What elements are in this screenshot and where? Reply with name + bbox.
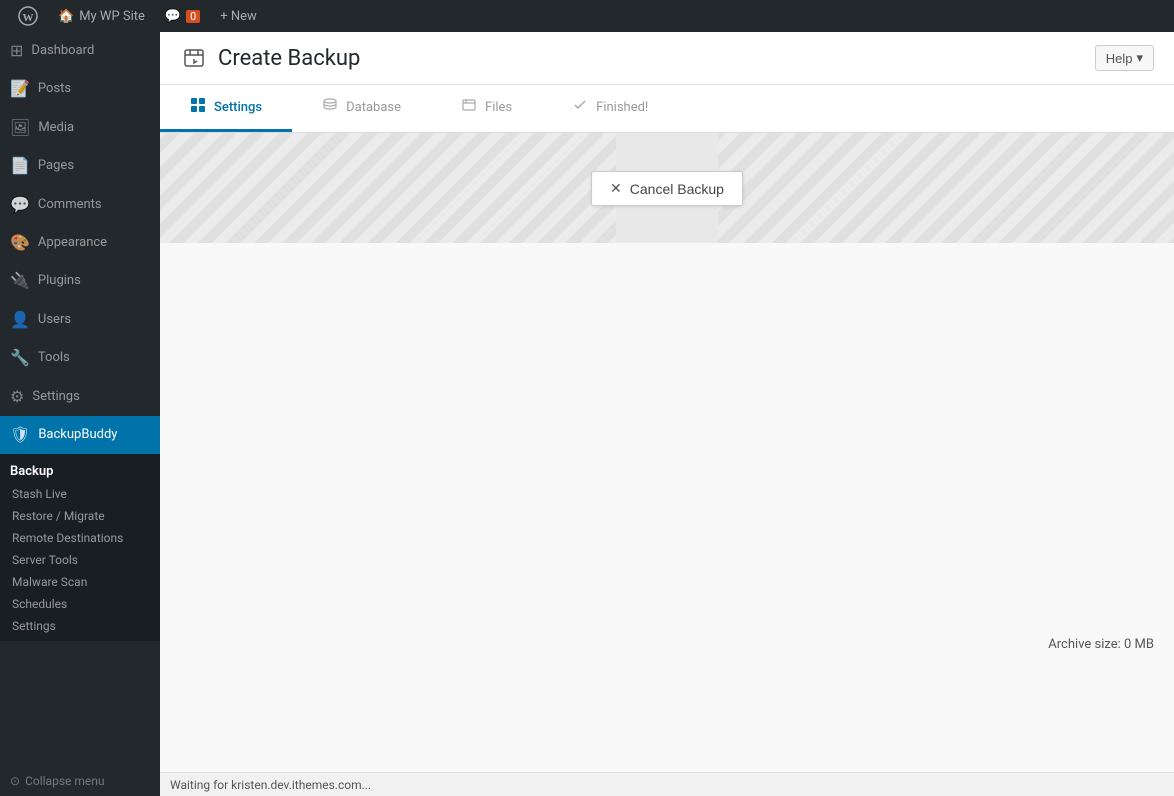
- sidebar-item-dashboard-label: Dashboard: [31, 42, 94, 60]
- sidebar-item-users-label: Users: [38, 311, 71, 329]
- tab-files[interactable]: Files: [431, 85, 542, 132]
- plugins-icon: 🔌: [10, 270, 30, 292]
- backupbuddy-icon: 🛡: [10, 424, 30, 446]
- main-layout: ⊞ Dashboard 📝 Posts 🖼 Media 📄 Pages 💬 Co…: [0, 32, 1174, 796]
- sidebar-item-posts-label: Posts: [38, 80, 71, 98]
- tab-settings-label: Settings: [214, 100, 262, 115]
- archive-size-label: Archive size:: [1048, 637, 1120, 652]
- sidebar: ⊞ Dashboard 📝 Posts 🖼 Media 📄 Pages 💬 Co…: [0, 32, 160, 796]
- page-title-row: Create Backup: [180, 44, 360, 72]
- sidebar-item-backupbuddy[interactable]: 🛡 BackupBuddy: [0, 416, 160, 454]
- wp-logo-icon: W: [18, 6, 38, 26]
- site-name-label: My WP Site: [79, 9, 145, 24]
- sidebar-item-pages[interactable]: 📄 Pages: [0, 147, 160, 185]
- wp-logo-item[interactable]: W: [8, 0, 48, 32]
- backupbuddy-submenu-header: Backup: [0, 458, 160, 483]
- svg-text:W: W: [23, 12, 34, 24]
- files-tab-icon: [461, 97, 477, 117]
- sidebar-item-plugins-label: Plugins: [38, 272, 81, 290]
- new-label: + New: [220, 9, 257, 24]
- collapse-menu-label: Collapse menu: [25, 774, 104, 788]
- users-icon: 👤: [10, 309, 30, 331]
- tools-icon: 🔧: [10, 347, 30, 369]
- help-label: Help: [1106, 51, 1133, 66]
- appearance-icon: 🎨: [10, 232, 30, 254]
- posts-icon: 📝: [10, 78, 30, 100]
- sidebar-item-settings-label: Settings: [32, 388, 79, 406]
- cancel-backup-button[interactable]: ✕ Cancel Backup: [591, 171, 743, 206]
- submenu-schedules[interactable]: Schedules: [0, 593, 160, 615]
- cancel-backup-label: Cancel Backup: [630, 181, 724, 197]
- tab-files-label: Files: [485, 100, 512, 115]
- sidebar-item-posts[interactable]: 📝 Posts: [0, 70, 160, 108]
- settings-tab-icon: [190, 97, 206, 117]
- media-icon: 🖼: [10, 117, 30, 139]
- collapse-menu-item[interactable]: ⊙ Collapse menu: [0, 766, 160, 796]
- cancel-x-icon: ✕: [610, 180, 622, 197]
- status-text: Waiting for kristen.dev.ithemes.com...: [170, 778, 371, 792]
- sidebar-item-backupbuddy-label: BackupBuddy: [38, 426, 117, 444]
- tab-database[interactable]: Database: [292, 85, 431, 132]
- pages-icon: 📄: [10, 155, 30, 177]
- comments-item[interactable]: 💬 0: [155, 0, 210, 32]
- tab-settings[interactable]: Settings: [160, 85, 292, 132]
- backupbuddy-submenu: Backup Stash Live Restore / Migrate Remo…: [0, 454, 160, 641]
- content-area: Create Backup Help ▾ Settings: [160, 32, 1174, 796]
- submenu-server-tools[interactable]: Server Tools: [0, 549, 160, 571]
- tabs-bar: Settings Database: [160, 85, 1174, 133]
- settings-sidebar-icon: ⚙: [10, 386, 24, 408]
- site-name-item[interactable]: 🏠 My WP Site: [48, 0, 155, 32]
- sidebar-item-media[interactable]: 🖼 Media: [0, 109, 160, 147]
- page-header: Create Backup Help ▾: [160, 32, 1174, 85]
- new-item[interactable]: + New: [210, 0, 267, 32]
- sidebar-item-plugins[interactable]: 🔌 Plugins: [0, 262, 160, 300]
- comments-sidebar-icon: 💬: [10, 194, 30, 216]
- content-panel: ✕ Cancel Backup Archive size: 0 MB: [160, 133, 1174, 772]
- sidebar-item-appearance-label: Appearance: [38, 234, 107, 252]
- tab-finished[interactable]: Finished!: [542, 85, 678, 132]
- comment-count: 0: [186, 10, 200, 23]
- admin-bar: W 🏠 My WP Site 💬 0 + New: [0, 0, 1174, 32]
- finished-tab-icon: [572, 97, 588, 117]
- submenu-settings[interactable]: Settings: [0, 615, 160, 637]
- home-icon: 🏠: [58, 9, 74, 24]
- submenu-stash-live[interactable]: Stash Live: [0, 483, 160, 505]
- sidebar-item-appearance[interactable]: 🎨 Appearance: [0, 224, 160, 262]
- sidebar-item-tools[interactable]: 🔧 Tools: [0, 339, 160, 377]
- database-tab-icon: [322, 97, 338, 117]
- sidebar-item-comments[interactable]: 💬 Comments: [0, 186, 160, 224]
- stripe-right: [718, 133, 1174, 243]
- create-backup-icon: [180, 44, 208, 72]
- sidebar-item-users[interactable]: 👤 Users: [0, 301, 160, 339]
- submenu-remote-destinations[interactable]: Remote Destinations: [0, 527, 160, 549]
- page-title: Create Backup: [218, 46, 360, 71]
- sidebar-item-comments-label: Comments: [38, 196, 102, 214]
- tab-finished-label: Finished!: [596, 100, 648, 115]
- sidebar-item-settings[interactable]: ⚙ Settings: [0, 378, 160, 416]
- status-bar: Waiting for kristen.dev.ithemes.com...: [160, 772, 1174, 796]
- sidebar-item-media-label: Media: [38, 119, 74, 137]
- sidebar-item-tools-label: Tools: [38, 349, 70, 367]
- stripe-left: [160, 133, 616, 243]
- archive-size-value: 0 MB: [1124, 637, 1154, 652]
- submenu-malware-scan[interactable]: Malware Scan: [0, 571, 160, 593]
- help-arrow-icon: ▾: [1136, 50, 1143, 66]
- help-button[interactable]: Help ▾: [1095, 45, 1154, 71]
- archive-size-display: Archive size: 0 MB: [1048, 637, 1154, 652]
- comment-icon: 💬: [165, 9, 181, 24]
- sidebar-item-pages-label: Pages: [38, 157, 74, 175]
- sidebar-item-dashboard[interactable]: ⊞ Dashboard: [0, 32, 160, 70]
- tab-database-label: Database: [346, 100, 401, 115]
- submenu-restore-migrate[interactable]: Restore / Migrate: [0, 505, 160, 527]
- collapse-menu-icon: ⊙: [10, 774, 20, 788]
- dashboard-icon: ⊞: [10, 40, 23, 62]
